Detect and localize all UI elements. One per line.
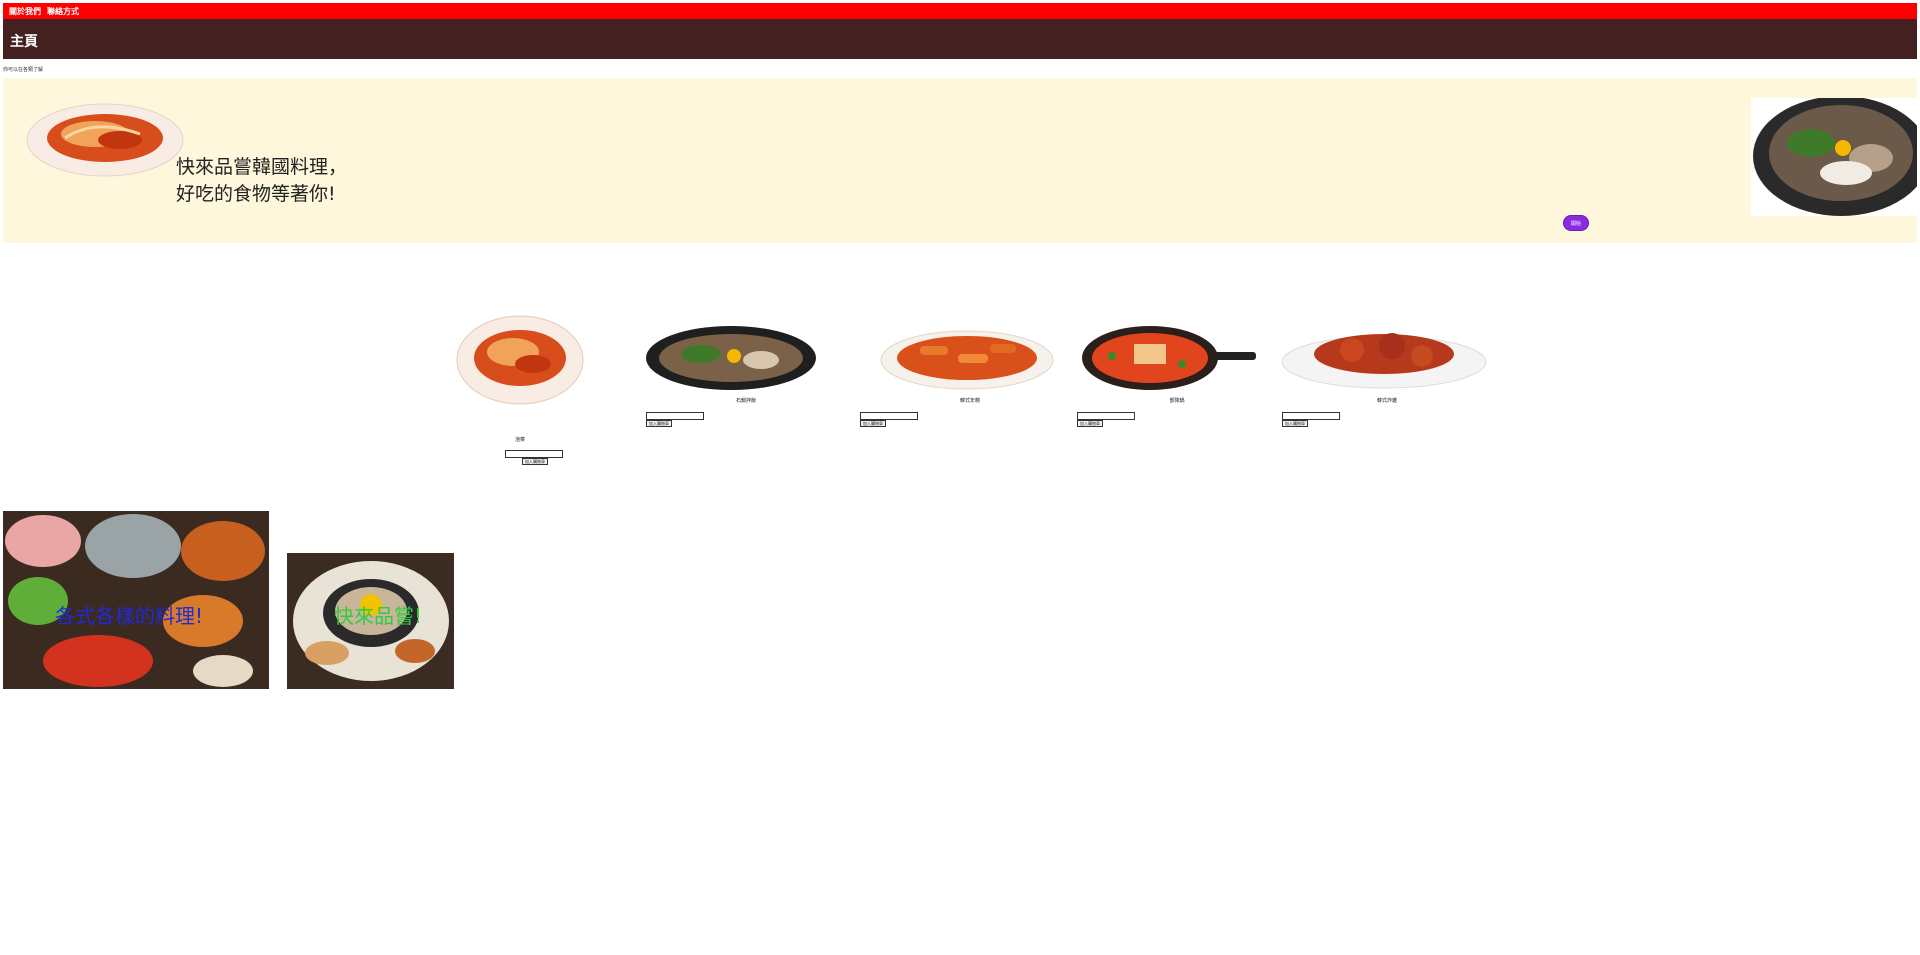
page-title: 主頁 (10, 34, 38, 50)
page-header: 主頁 (3, 19, 1917, 59)
fried-chicken-dish-image (1282, 333, 1487, 389)
kimchi-dish-image (456, 315, 584, 405)
quantity-input[interactable] (860, 412, 918, 420)
quantity-input[interactable] (1077, 412, 1135, 420)
kimchi-image (26, 103, 184, 177)
promo-banner-variety: 各式各樣的料理! (3, 511, 269, 689)
bibimbap-image (1751, 98, 1917, 216)
army-stew-dish-image (1082, 326, 1256, 390)
quantity-input[interactable] (505, 450, 563, 458)
bibimbap-dish-image (646, 326, 816, 390)
nav-link-contact[interactable]: 聯絡方式 (47, 6, 79, 17)
menu-card: 泡菜 加入購物車 (455, 312, 585, 472)
hero-headline-1: 快來品嘗韓國料理， (176, 156, 348, 178)
tteokbokki-dish-image (880, 330, 1054, 390)
add-to-cart-button[interactable]: 加入購物車 (1077, 420, 1103, 427)
promo-caption-try: 快來品嘗! (334, 604, 423, 628)
add-to-cart-button[interactable]: 加入購物車 (1282, 420, 1308, 427)
add-to-cart-button[interactable]: 加入購物車 (522, 458, 548, 465)
menu-item-name: 韓式炸雞 (1376, 398, 1397, 404)
menu-item-name: 部隊鍋 (1169, 398, 1185, 404)
menu-card: 部隊鍋 加入購物車 (1077, 326, 1257, 431)
breadcrumb: 你可以在各類了解 (3, 67, 44, 73)
menu-card: 韓式年糕 加入購物車 (860, 326, 1060, 431)
top-nav-bar: 關於我們 聯絡方式 (3, 3, 1917, 19)
promo-caption-variety: 各式各樣的料理! (55, 604, 204, 628)
quantity-input[interactable] (1282, 412, 1340, 420)
menu-item-name: 韓式年糕 (959, 398, 980, 404)
menu-card: 石鍋拌飯 加入購物車 (646, 326, 818, 431)
hero-banner: 快來品嘗韓國料理， 好吃的食物等著你! 開始 (3, 78, 1917, 243)
add-to-cart-button[interactable]: 加入購物車 (860, 420, 886, 427)
hero-cta-button[interactable]: 開始 (1563, 215, 1589, 231)
add-to-cart-button[interactable]: 加入購物車 (646, 420, 672, 427)
promo-banner-try: 快來品嘗! (287, 553, 454, 689)
nav-link-about[interactable]: 關於我們 (9, 6, 41, 17)
menu-card: 韓式炸雞 加入購物車 (1282, 326, 1487, 431)
menu-item-name: 泡菜 (514, 437, 525, 443)
quantity-input[interactable] (646, 412, 704, 420)
hero-headline-2: 好吃的食物等著你! (176, 183, 336, 205)
menu-item-name: 石鍋拌飯 (735, 398, 756, 404)
